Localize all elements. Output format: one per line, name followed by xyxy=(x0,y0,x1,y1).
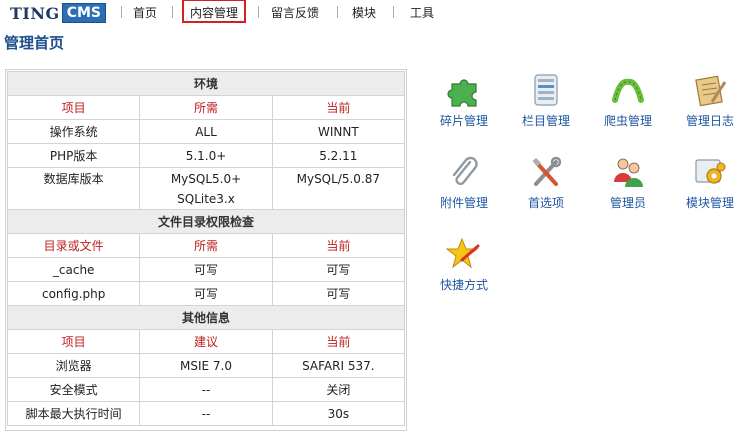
crawler-worm-icon xyxy=(612,78,644,103)
table-row: PHP版本 5.1.0+ 5.2.11 xyxy=(6,143,406,168)
shortcut-admin-log[interactable]: 管理日志 xyxy=(670,72,750,129)
system-info-table: 环境 项目 所需 当前 操作系统 ALL WINNT PHP版本 5.1.0+ … xyxy=(6,71,406,426)
nav-divider xyxy=(258,6,259,18)
nav-modules[interactable]: 模块 xyxy=(352,4,376,22)
table-cell: MSIE 7.0 xyxy=(139,353,273,378)
shortcut-label: 模块管理 xyxy=(685,196,734,210)
table-cell: -- xyxy=(139,377,273,402)
paperclip-icon xyxy=(452,156,478,186)
shortcut-shortcuts[interactable]: 快捷方式 xyxy=(424,236,504,293)
section-row-permissions: 文件目录权限检查 xyxy=(7,209,405,234)
table-cell: 5.2.11 xyxy=(271,143,406,168)
tools-icon xyxy=(532,156,562,186)
table-cell: 关闭 xyxy=(271,377,406,402)
header-cell: 当前 xyxy=(271,233,406,258)
table-row: 浏览器 MSIE 7.0 SAFARI 537. xyxy=(6,353,406,378)
table-cell: 30s xyxy=(271,401,406,426)
module-gears-icon xyxy=(695,159,726,184)
puzzle-icon xyxy=(447,79,477,107)
table-cell: MySQL5.0+ SQLite3.x xyxy=(139,167,273,210)
table-cell: -- xyxy=(139,401,273,426)
header-cell: 当前 xyxy=(271,329,406,354)
users-icon xyxy=(614,158,643,187)
shortcut-fragment-management[interactable]: 碎片管理 xyxy=(424,72,504,129)
table-row: config.php 可写 可写 xyxy=(6,281,406,306)
table-header-row: 项目 建议 当前 xyxy=(6,329,406,354)
star-wand-icon xyxy=(446,237,480,269)
nav-divider xyxy=(337,6,338,18)
header-cell: 项目 xyxy=(6,95,141,120)
table-cell: WINNT xyxy=(271,119,406,144)
table-row: 数据库版本 MySQL5.0+ SQLite3.x MySQL/5.0.87 xyxy=(6,167,406,210)
logo-ting-text: TING xyxy=(10,3,60,23)
shortcut-preferences[interactable]: 首选项 xyxy=(506,154,586,211)
nav-divider xyxy=(121,6,122,18)
table-header-row: 项目 所需 当前 xyxy=(6,95,406,120)
logo-cms-text: CMS xyxy=(61,3,106,23)
table-cell: SAFARI 537. xyxy=(271,353,406,378)
table-cell: 可写 xyxy=(139,281,273,306)
section-title: 环境 xyxy=(7,71,405,96)
table-cell: 数据库版本 xyxy=(6,167,141,210)
logo[interactable]: TING CMS xyxy=(10,3,106,23)
nav-divider xyxy=(172,6,173,18)
nav-divider xyxy=(393,6,394,18)
shortcut-attachment-management[interactable]: 附件管理 xyxy=(424,154,504,211)
shortcut-label: 爬虫管理 xyxy=(603,114,652,128)
table-row: 操作系统 ALL WINNT xyxy=(6,119,406,144)
header-cell: 所需 xyxy=(139,95,273,120)
shortcut-crawler-management[interactable]: 爬虫管理 xyxy=(588,72,668,129)
page-title: 管理首页 xyxy=(4,34,65,52)
shortcut-administrators[interactable]: 管理员 xyxy=(588,154,668,211)
nav-home[interactable]: 首页 xyxy=(133,4,157,22)
header-cell: 项目 xyxy=(6,329,141,354)
table-cell: _cache xyxy=(6,257,141,282)
nav-feedback[interactable]: 留言反馈 xyxy=(271,4,319,22)
section-row-environment: 环境 xyxy=(7,71,405,96)
top-nav-bar: TING CMS 首页 内容管理 留言反馈 模块 工具 xyxy=(0,0,750,26)
table-cell: MySQL/5.0.87 xyxy=(271,167,406,210)
table-cell: 可写 xyxy=(139,257,273,282)
table-row: 脚本最大执行时间 -- 30s xyxy=(6,401,406,426)
header-cell: 所需 xyxy=(139,233,273,258)
table-cell: 可写 xyxy=(271,281,406,306)
nav-tools[interactable]: 工具 xyxy=(410,4,434,22)
log-notepad-icon xyxy=(695,75,727,107)
table-cell: config.php xyxy=(6,281,141,306)
table-cell: 浏览器 xyxy=(6,353,141,378)
shortcut-column-management[interactable]: 栏目管理 xyxy=(506,72,586,129)
column-list-icon xyxy=(534,74,558,106)
shortcut-label: 快捷方式 xyxy=(439,278,488,292)
section-row-other-info: 其他信息 xyxy=(7,305,405,330)
shortcut-label: 管理日志 xyxy=(685,114,734,128)
table-row: _cache 可写 可写 xyxy=(6,257,406,282)
header-cell: 建议 xyxy=(139,329,273,354)
shortcut-module-management[interactable]: 模块管理 xyxy=(670,154,750,211)
section-title: 文件目录权限检查 xyxy=(7,209,405,234)
header-cell: 目录或文件 xyxy=(6,233,141,258)
table-cell: ALL xyxy=(139,119,273,144)
table-cell: PHP版本 xyxy=(6,143,141,168)
header-cell: 当前 xyxy=(271,95,406,120)
table-cell: 5.1.0+ xyxy=(139,143,273,168)
shortcut-label: 管理员 xyxy=(609,196,646,210)
table-row: 安全模式 -- 关闭 xyxy=(6,377,406,402)
nav-content-management[interactable]: 内容管理 xyxy=(182,0,247,23)
shortcut-label: 附件管理 xyxy=(439,196,488,210)
table-cell: 操作系统 xyxy=(6,119,141,144)
shortcut-label: 首选项 xyxy=(527,196,564,210)
shortcut-label: 碎片管理 xyxy=(439,114,488,128)
table-cell: 可写 xyxy=(271,257,406,282)
shortcut-label: 栏目管理 xyxy=(521,114,570,128)
table-cell: 安全模式 xyxy=(6,377,141,402)
table-cell: 脚本最大执行时间 xyxy=(6,401,141,426)
section-title: 其他信息 xyxy=(7,305,405,330)
table-header-row: 目录或文件 所需 当前 xyxy=(6,233,406,258)
